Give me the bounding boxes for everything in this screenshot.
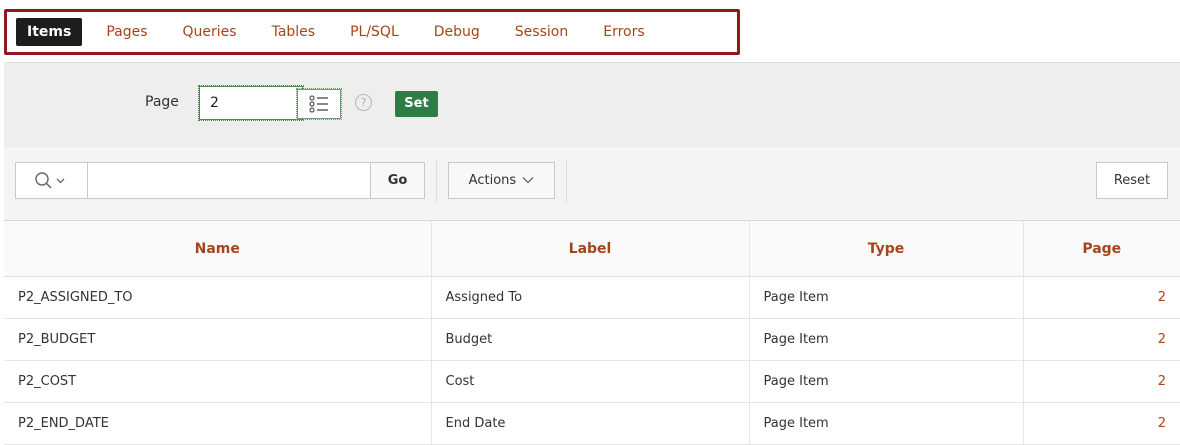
cell-label: Budget [430, 318, 749, 361]
search-column-button[interactable] [16, 163, 88, 198]
cell-type: Page Item [748, 360, 1023, 403]
top-navigation: Items Pages Queries Tables PL/SQL Debug … [0, 0, 1180, 60]
chevron-down-icon [56, 178, 64, 183]
tab-plsql[interactable]: PL/SQL [339, 18, 410, 46]
tab-errors[interactable]: Errors [592, 18, 655, 46]
page-label: Page [145, 94, 179, 110]
cell-type: Page Item [748, 276, 1023, 319]
tab-queries[interactable]: Queries [172, 18, 248, 46]
help-icon[interactable]: ? [355, 94, 372, 111]
page-list-button[interactable] [296, 88, 342, 120]
cell-label: End Date [430, 402, 749, 445]
column-header-name[interactable]: Name [4, 221, 431, 277]
chevron-down-icon [522, 177, 534, 184]
toolbar-separator [566, 160, 567, 203]
cell-name: P2_BUDGET [4, 318, 431, 361]
toolbar-separator [436, 160, 437, 203]
report-toolbar: Go Actions Reset [4, 147, 1180, 221]
search-icon [34, 171, 64, 189]
search-bar: Go [15, 162, 425, 199]
cell-label: Assigned To [430, 276, 749, 319]
tab-pages[interactable]: Pages [95, 18, 158, 46]
column-header-type[interactable]: Type [748, 221, 1023, 277]
actions-menu-button[interactable]: Actions [448, 162, 555, 199]
tab-items[interactable]: Items [16, 18, 83, 46]
cell-type: Page Item [748, 402, 1023, 445]
set-button[interactable]: Set [395, 91, 438, 117]
items-report-table: Name Label Type Page P2_ASSIGNED_TO Assi… [4, 221, 1180, 445]
table-row: P2_END_DATE End Date Page Item 2 [4, 402, 1180, 445]
table-row: P2_ASSIGNED_TO Assigned To Page Item 2 [4, 276, 1180, 319]
table-row: P2_COST Cost Page Item 2 [4, 360, 1180, 403]
list-icon [309, 95, 328, 113]
reset-button[interactable]: Reset [1096, 162, 1168, 199]
tab-session[interactable]: Session [504, 18, 579, 46]
cell-type: Page Item [748, 318, 1023, 361]
page-input[interactable] [198, 85, 304, 121]
table-row: P2_BUDGET Budget Page Item 2 [4, 318, 1180, 361]
cell-page-link[interactable]: 2 [1022, 360, 1180, 403]
cell-page-link[interactable]: 2 [1022, 402, 1180, 445]
tab-strip: Items Pages Queries Tables PL/SQL Debug … [4, 9, 740, 55]
page-selector-region: Page ? Set [4, 62, 1180, 148]
column-header-label[interactable]: Label [430, 221, 749, 277]
table-header-row: Name Label Type Page [4, 221, 1180, 277]
cell-name: P2_END_DATE [4, 402, 431, 445]
tab-debug[interactable]: Debug [423, 18, 491, 46]
cell-page-link[interactable]: 2 [1022, 276, 1180, 319]
cell-label: Cost [430, 360, 749, 403]
go-button[interactable]: Go [370, 163, 424, 198]
column-header-page[interactable]: Page [1022, 221, 1180, 277]
actions-label: Actions [468, 173, 517, 188]
search-input[interactable] [88, 163, 370, 198]
tab-tables[interactable]: Tables [261, 18, 327, 46]
cell-name: P2_ASSIGNED_TO [4, 276, 431, 319]
cell-page-link[interactable]: 2 [1022, 318, 1180, 361]
cell-name: P2_COST [4, 360, 431, 403]
